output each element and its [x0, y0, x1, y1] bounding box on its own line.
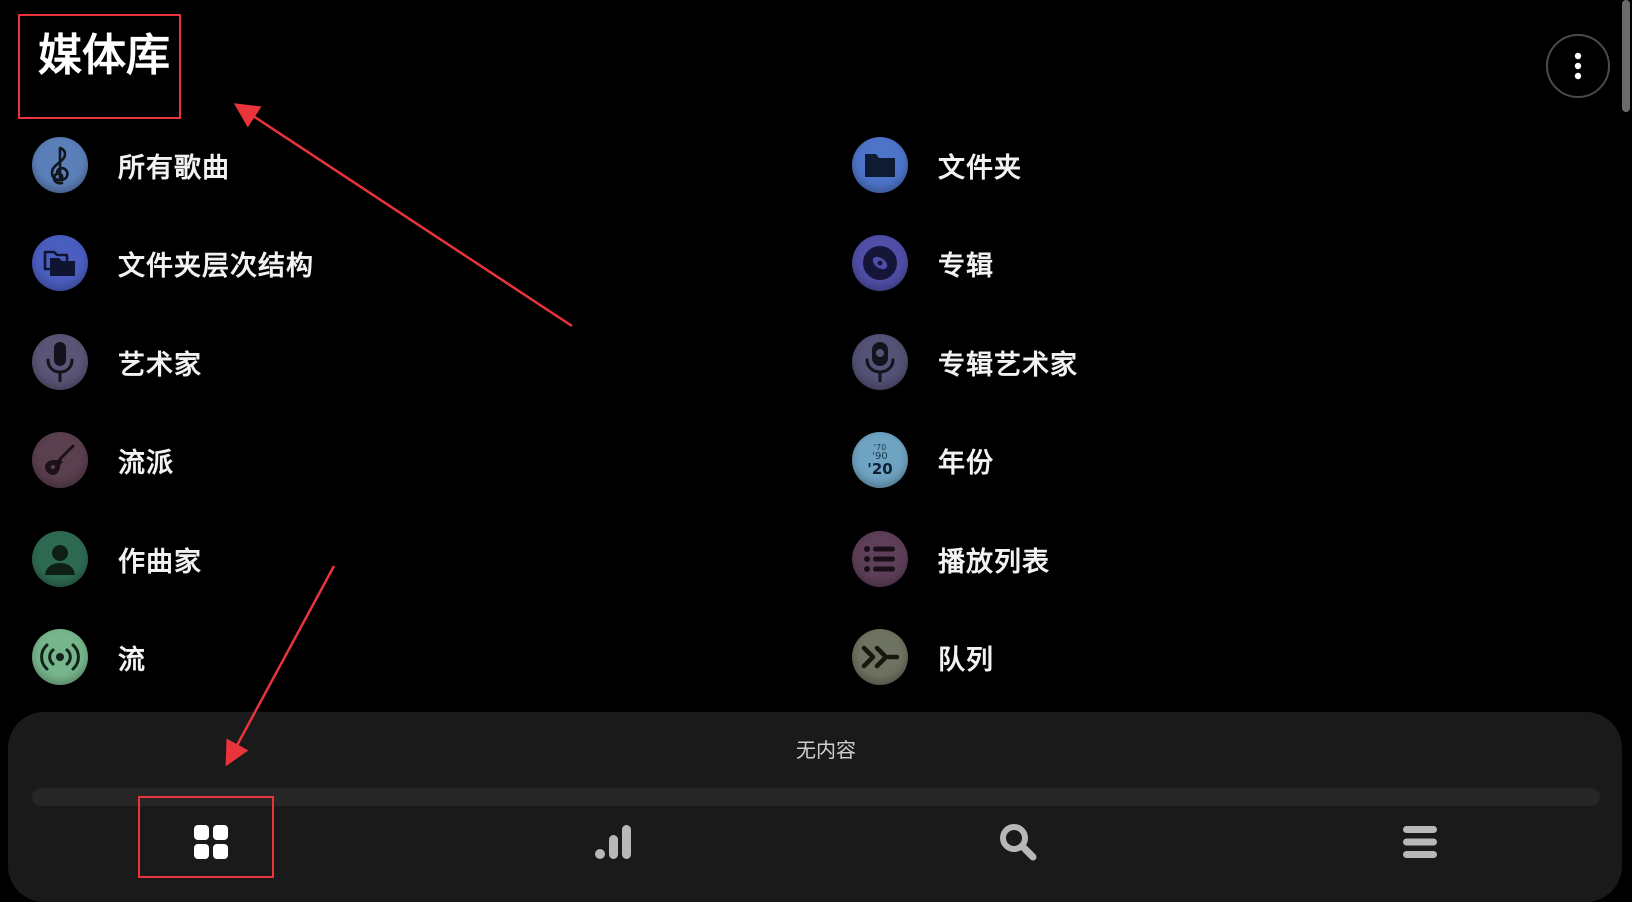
menu-item-label: 队列	[938, 644, 994, 676]
menu-item-streams[interactable]: 流	[32, 622, 712, 692]
menu-item-album-artists[interactable]: 专辑艺术家	[852, 327, 1532, 397]
fast-forward-icon	[852, 629, 908, 685]
menu-item-all-songs[interactable]: 所有歌曲	[32, 130, 712, 200]
menu-item-label: 流派	[118, 447, 174, 479]
more-options-button[interactable]	[1546, 34, 1610, 98]
menu-item-genres[interactable]: 流派	[32, 425, 712, 495]
menu-item-label: 流	[118, 644, 146, 676]
nav-highlight-box	[138, 796, 274, 878]
broadcast-icon	[32, 629, 88, 685]
menu-item-folders[interactable]: 文件夹	[852, 130, 1532, 200]
menu-item-label: 艺术家	[118, 349, 202, 381]
podcast-mic-icon	[852, 334, 908, 390]
menu-item-label: 作曲家	[118, 546, 202, 578]
more-vertical-icon	[1574, 52, 1582, 80]
menu-item-albums[interactable]: 专辑	[852, 228, 1532, 298]
search-icon	[1000, 824, 1037, 861]
person-icon	[32, 531, 88, 587]
years-icon: '70 '90 '20	[852, 432, 908, 488]
menu-item-folder-hierarchy[interactable]: 文件夹层次结构	[32, 228, 712, 298]
stats-bars-icon	[595, 825, 631, 859]
nav-search-button[interactable]	[958, 808, 1078, 876]
menu-item-queue[interactable]: 队列	[852, 622, 1532, 692]
menu-item-label: 专辑	[938, 250, 994, 282]
guitar-icon	[32, 432, 88, 488]
scrollbar[interactable]	[1622, 0, 1630, 112]
microphone-icon	[32, 334, 88, 390]
menu-item-label: 年份	[938, 447, 994, 479]
nav-stats-button[interactable]	[555, 808, 675, 876]
menu-lines-icon	[1403, 826, 1437, 858]
folder-icon	[852, 137, 908, 193]
menu-item-label: 专辑艺术家	[938, 349, 1078, 381]
treble-clef-icon	[32, 137, 88, 193]
disc-icon	[852, 235, 908, 291]
year-20-text: '20	[867, 459, 893, 478]
menu-item-label: 文件夹	[938, 152, 1022, 184]
menu-item-label: 文件夹层次结构	[118, 250, 314, 282]
menu-item-label: 播放列表	[938, 546, 1050, 578]
menu-item-artists[interactable]: 艺术家	[32, 327, 712, 397]
title-highlight-box	[18, 14, 181, 119]
nav-menu-button[interactable]	[1360, 808, 1480, 876]
now-playing-empty-text: 无内容	[796, 738, 856, 762]
menu-item-years[interactable]: '70 '90 '20 年份	[852, 425, 1532, 495]
menu-item-playlists[interactable]: 播放列表	[852, 524, 1532, 594]
menu-item-composers[interactable]: 作曲家	[32, 524, 712, 594]
folder-stack-icon	[32, 235, 88, 291]
menu-item-label: 所有歌曲	[118, 152, 230, 184]
list-icon	[852, 531, 908, 587]
